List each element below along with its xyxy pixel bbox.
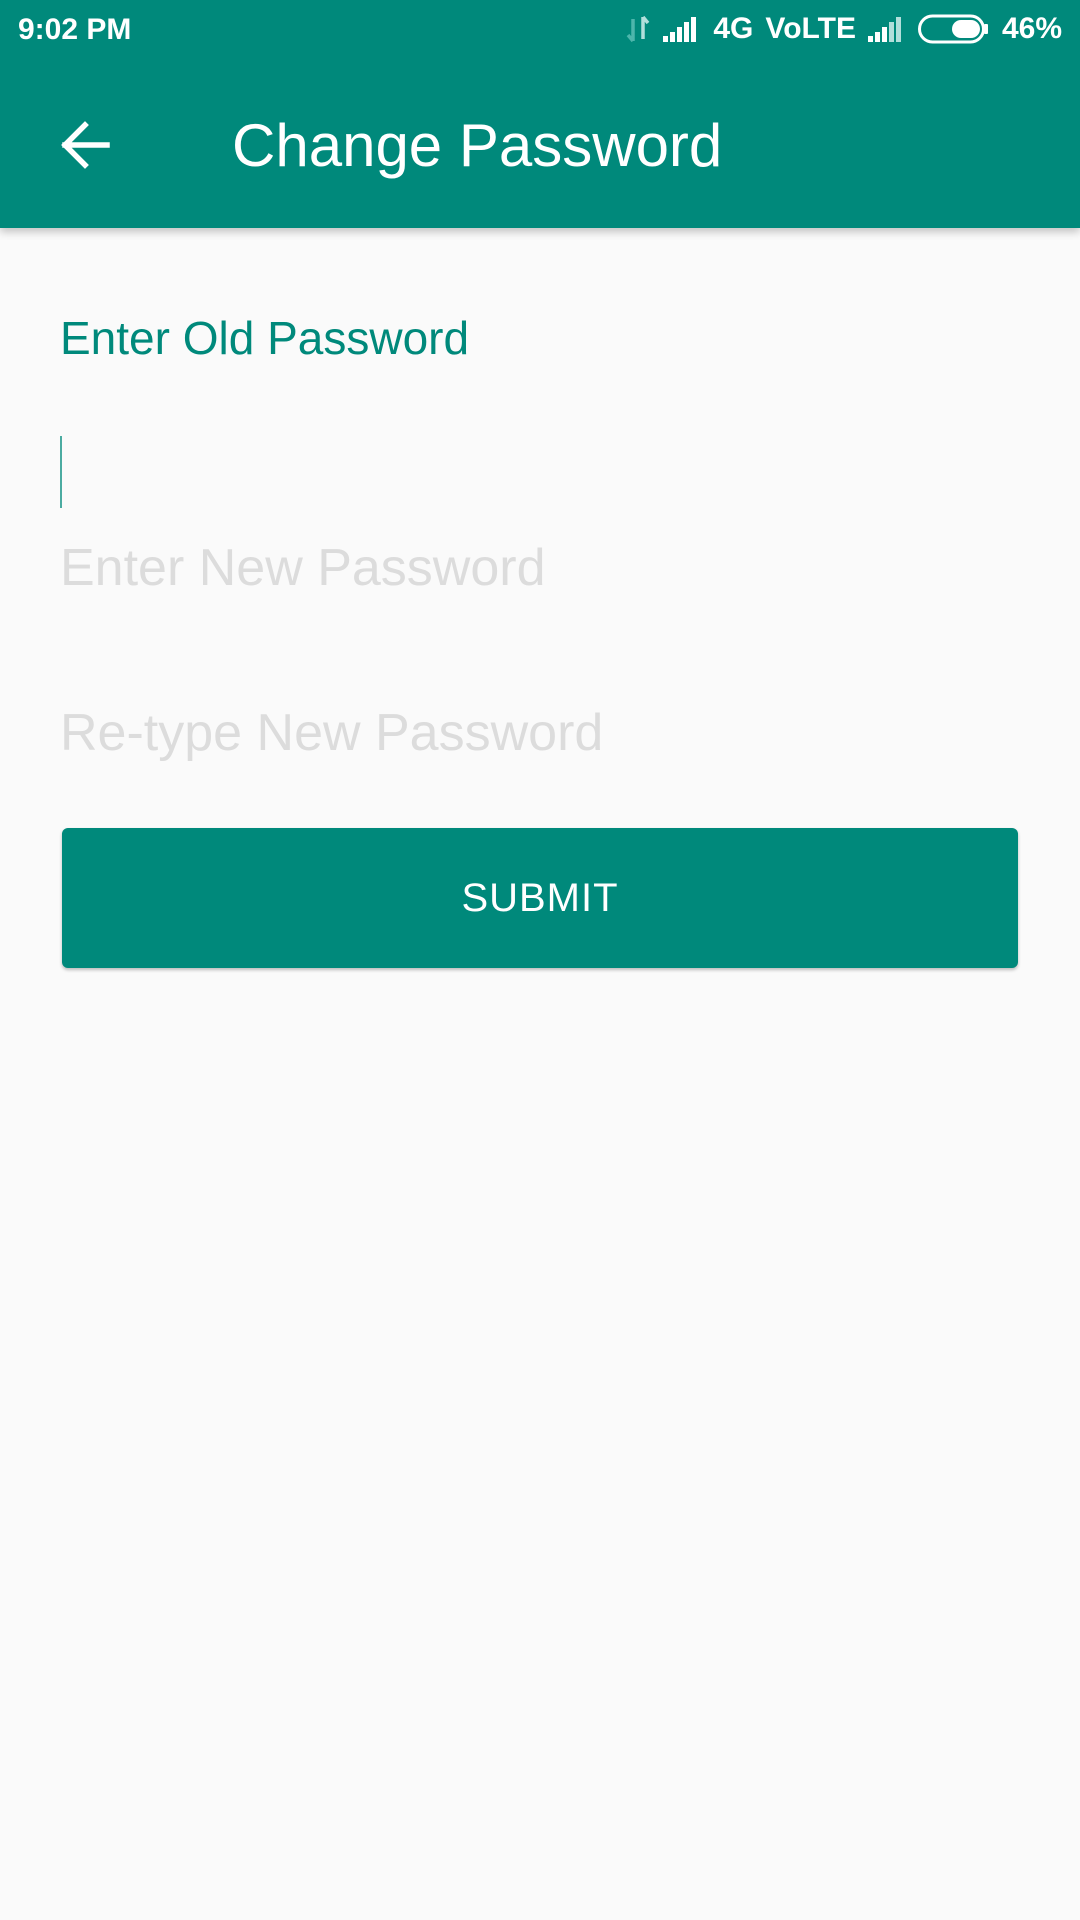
battery-percent: 46%: [1001, 12, 1062, 45]
new-password-input[interactable]: [60, 518, 1020, 618]
page-title: Change Password: [232, 112, 723, 179]
arrow-left-icon: [59, 120, 111, 174]
back-button[interactable]: [40, 102, 130, 192]
signal-icon: [867, 16, 906, 42]
retype-password-field[interactable]: [60, 683, 1020, 783]
new-password-field[interactable]: [60, 518, 1020, 618]
network-type: 4G: [713, 12, 754, 45]
text-cursor: [60, 436, 62, 508]
old-password-label: Enter Old Password: [60, 312, 470, 364]
retype-password-input[interactable]: [60, 683, 1020, 783]
status-icons: 4G VoLTE 46%: [625, 12, 1062, 46]
volte-indicator: VoLTE: [765, 12, 856, 45]
data-arrows-icon: [625, 15, 651, 43]
toolbar: Change Password: [0, 62, 1080, 228]
signal-icon: [663, 16, 701, 42]
old-password-field[interactable]: Enter Old Password: [60, 310, 1020, 508]
status-time: 9:02 PM: [18, 13, 132, 46]
change-password-form: Enter Old Password SUBMIT: [0, 228, 1080, 1920]
submit-button[interactable]: SUBMIT: [62, 828, 1018, 968]
battery-icon: [917, 14, 990, 44]
app-bar: 9:02 PM 4G VoLTE 46% Change Password: [0, 0, 1080, 228]
status-bar: 9:02 PM 4G VoLTE 46%: [0, 0, 1080, 62]
